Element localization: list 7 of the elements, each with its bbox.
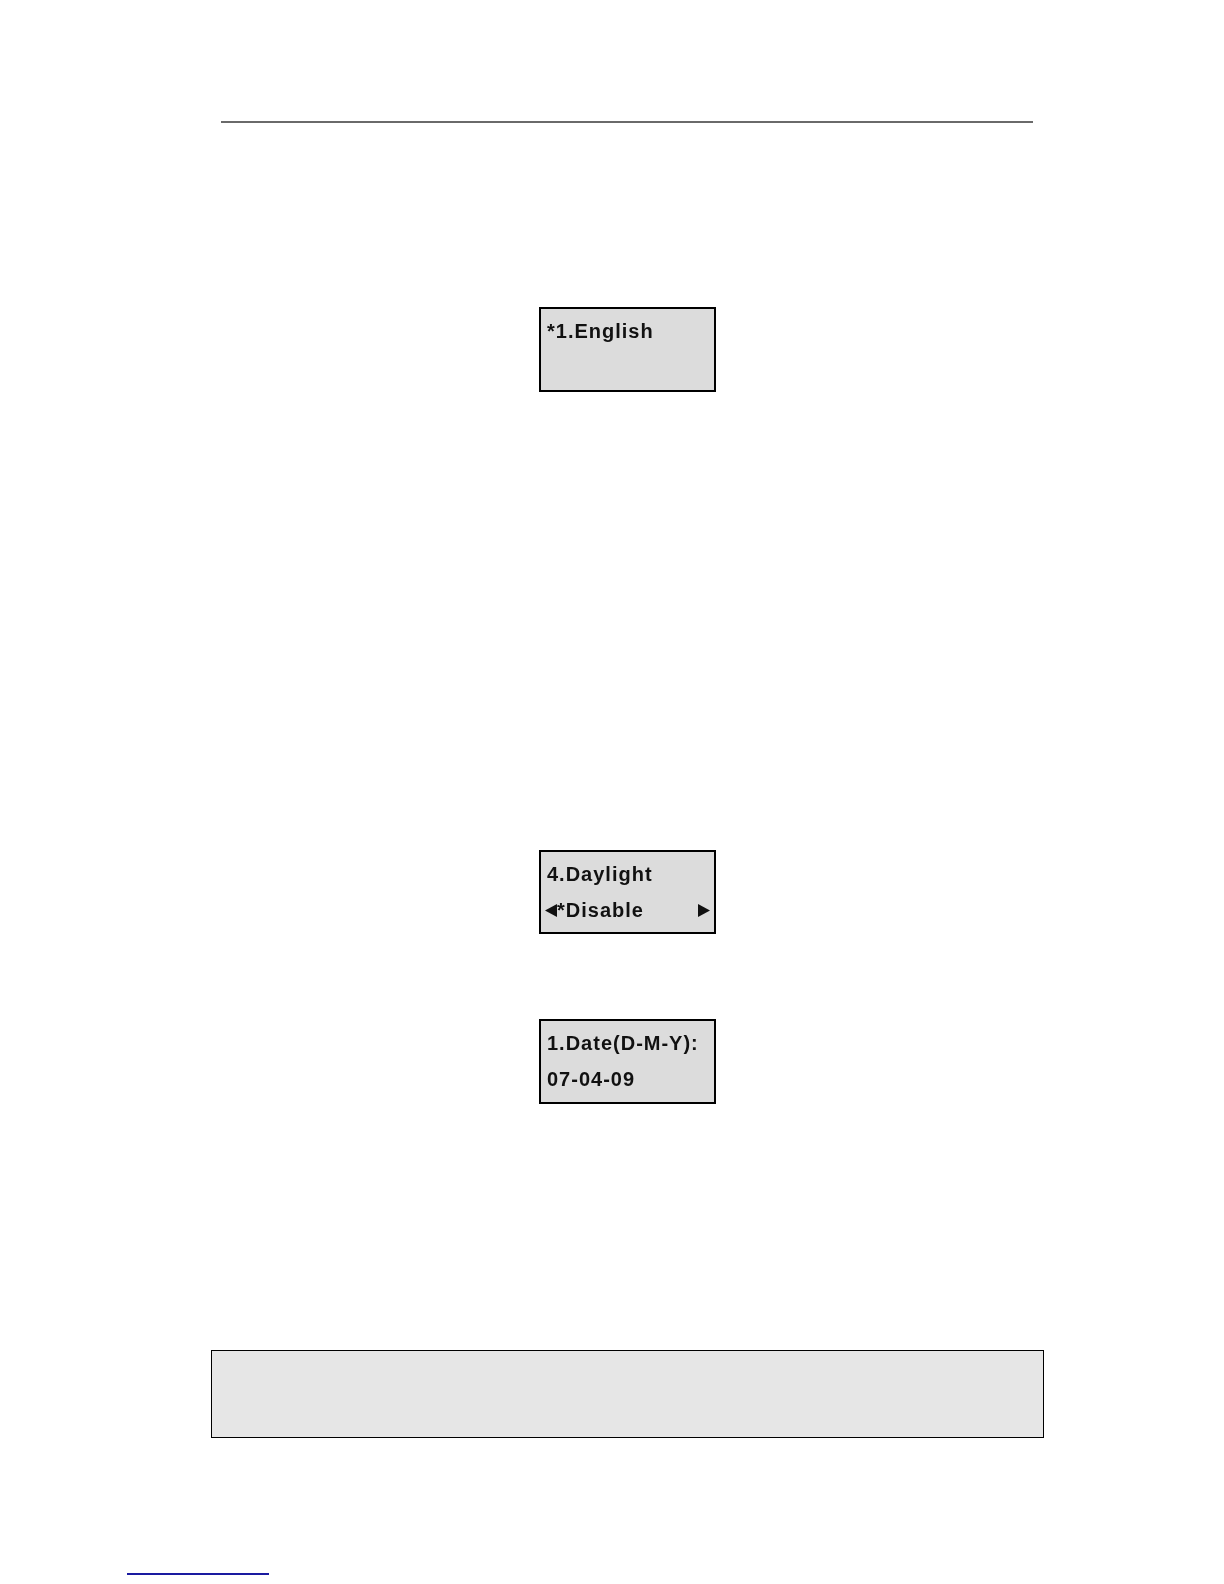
left-arrow-icon — [545, 903, 557, 917]
right-arrow-icon — [698, 903, 710, 917]
lcd-text: 4.Daylight — [547, 862, 653, 886]
lcd-text: *1.English — [547, 319, 654, 343]
lcd-text: *Disable — [557, 898, 644, 922]
lcd-text: 07-04-09 — [547, 1067, 636, 1091]
lcd-text: 1.Date(D-M-Y): — [547, 1031, 699, 1055]
